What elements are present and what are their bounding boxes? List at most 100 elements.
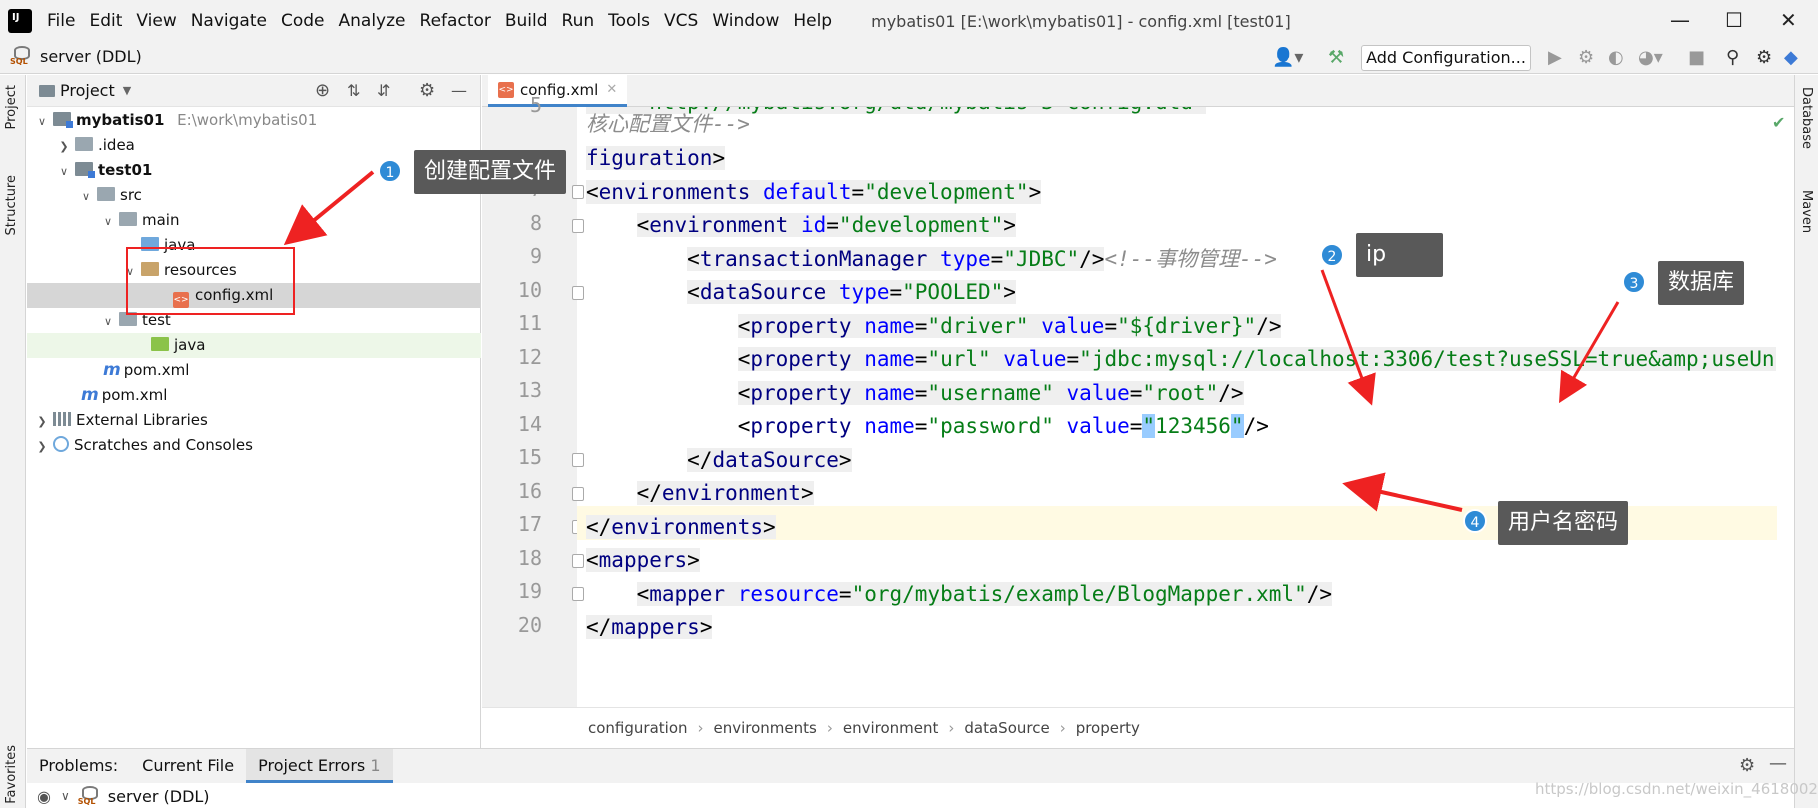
hide-icon[interactable]: — bbox=[451, 81, 467, 100]
code-line: </dataSource> bbox=[687, 448, 852, 472]
breadcrumb-item[interactable]: dataSource bbox=[964, 719, 1049, 737]
chevron-down-icon[interactable]: ∨ bbox=[79, 184, 93, 209]
problems-label: Problems: bbox=[39, 756, 119, 775]
tree-item-test01[interactable]: ∨ test01 bbox=[27, 158, 481, 183]
left-tool-strip: Project Structure Favorites bbox=[0, 75, 26, 808]
coverage-icon[interactable]: ◐ bbox=[1608, 47, 1624, 68]
menu-tools[interactable]: Tools bbox=[608, 11, 650, 31]
tab-current-file[interactable]: Current File bbox=[130, 749, 246, 783]
chevron-right-icon[interactable]: ❯ bbox=[35, 434, 49, 459]
chevron-down-icon[interactable]: ∨ bbox=[35, 109, 49, 134]
minimize-icon[interactable]: — bbox=[1670, 8, 1690, 32]
annotation-badge-3: 3 bbox=[1622, 270, 1646, 294]
tab-project-errors[interactable]: Project Errors 1 bbox=[246, 749, 393, 783]
menu-analyze[interactable]: Analyze bbox=[339, 11, 406, 31]
code-area[interactable]: "http://mybatis.org/dtd/mybatis-3-config… bbox=[586, 107, 1776, 707]
line-number: 18 bbox=[517, 546, 542, 570]
fold-marker-icon[interactable] bbox=[572, 587, 584, 601]
chevron-right-icon[interactable]: ❯ bbox=[35, 409, 49, 434]
debug-icon[interactable]: ⚙ bbox=[1578, 47, 1594, 68]
tree-item-test-java[interactable]: java bbox=[27, 333, 481, 358]
collapse-all-icon[interactable]: ⇵ bbox=[377, 81, 390, 100]
line-number: 16 bbox=[517, 479, 542, 503]
menu-view[interactable]: View bbox=[136, 11, 176, 31]
close-icon[interactable]: ✕ bbox=[1780, 8, 1797, 32]
run-icon[interactable]: ▶ bbox=[1548, 47, 1562, 68]
stop-icon[interactable]: ■ bbox=[1688, 47, 1705, 68]
close-tab-icon[interactable]: ✕ bbox=[606, 82, 617, 97]
tree-item-external-libraries[interactable]: ❯ External Libraries bbox=[27, 408, 481, 433]
menu-navigate[interactable]: Navigate bbox=[191, 11, 267, 31]
chevron-down-icon[interactable]: ∨ bbox=[101, 209, 115, 234]
fold-marker-icon[interactable] bbox=[572, 185, 584, 199]
expand-all-icon[interactable]: ⇅ bbox=[347, 81, 360, 100]
nav-datasource[interactable]: SQL server (DDL) bbox=[10, 46, 142, 66]
add-configuration-button[interactable]: Add Configuration... bbox=[1361, 45, 1531, 71]
settings-icon[interactable]: ⚙ bbox=[1756, 47, 1772, 68]
menu-file[interactable]: File bbox=[47, 11, 75, 31]
annotation-callout-3: 数据库 bbox=[1658, 261, 1745, 305]
tree-item-src[interactable]: ∨ src bbox=[27, 183, 481, 208]
menu-vcs[interactable]: VCS bbox=[664, 11, 698, 31]
tree-item-main[interactable]: ∨ main bbox=[27, 208, 481, 233]
tab-maven-tool[interactable]: Maven bbox=[1799, 190, 1814, 233]
tree-item-label: Scratches and Consoles bbox=[74, 436, 253, 454]
chevron-down-icon[interactable]: ▼ bbox=[123, 84, 131, 97]
locate-icon[interactable]: ⊕ bbox=[315, 80, 330, 101]
search-icon[interactable]: ⚲ bbox=[1726, 47, 1739, 68]
tree-item-root-pom[interactable]: m pom.xml bbox=[27, 383, 481, 408]
line-number: 8 bbox=[529, 211, 542, 235]
annotation-badge-2: 2 bbox=[1320, 243, 1344, 267]
fold-marker-icon[interactable] bbox=[572, 487, 584, 501]
gear-icon[interactable]: ⚙ bbox=[1739, 755, 1755, 776]
fold-marker-icon[interactable] bbox=[572, 453, 584, 467]
tree-item-scratches[interactable]: ❯ Scratches and Consoles bbox=[27, 433, 481, 458]
fold-marker-icon[interactable] bbox=[572, 554, 584, 568]
fold-marker-icon[interactable] bbox=[572, 286, 584, 300]
menu-build[interactable]: Build bbox=[505, 11, 548, 31]
code-line: 核心配置文件--> bbox=[586, 112, 750, 136]
breadcrumb-item[interactable]: property bbox=[1076, 719, 1140, 737]
menu-refactor[interactable]: Refactor bbox=[420, 11, 491, 31]
code-line: <property name="url" value="jdbc:mysql:/… bbox=[586, 342, 1776, 376]
menu-help[interactable]: Help bbox=[793, 11, 832, 31]
breadcrumb-item[interactable]: configuration bbox=[588, 719, 688, 737]
tab-database-tool[interactable]: Database bbox=[1799, 87, 1814, 149]
tree-item-label: main bbox=[142, 211, 180, 229]
eye-icon[interactable]: ◉ bbox=[37, 787, 51, 806]
fold-marker-icon[interactable] bbox=[572, 219, 584, 233]
chevron-down-icon[interactable]: ∨ bbox=[57, 159, 71, 184]
test-folder-icon bbox=[151, 337, 169, 351]
tree-item-mybatis01[interactable]: ∨ mybatis01 E:\work\mybatis01 bbox=[27, 108, 481, 133]
tree-item-label: java bbox=[174, 336, 206, 354]
tab-structure-tool[interactable]: Structure bbox=[4, 175, 19, 235]
menu-code[interactable]: Code bbox=[281, 11, 325, 31]
maximize-icon[interactable]: ☐ bbox=[1725, 8, 1743, 32]
tab-favorites-tool[interactable]: Favorites bbox=[4, 745, 19, 804]
tree-item-test01-pom[interactable]: m pom.xml bbox=[27, 358, 481, 383]
build-hammer-icon[interactable]: ⚒ bbox=[1328, 47, 1344, 68]
tree-item-idea[interactable]: ❯ .idea bbox=[27, 133, 481, 158]
breadcrumb-item[interactable]: environments bbox=[714, 719, 817, 737]
problems-row[interactable]: ◉ ∨ SQL server (DDL) bbox=[27, 783, 1794, 808]
chevron-right-icon: › bbox=[948, 719, 955, 737]
chevron-down-icon[interactable]: ∨ bbox=[61, 789, 70, 803]
hide-icon[interactable]: — bbox=[1769, 753, 1787, 774]
menu-edit[interactable]: Edit bbox=[89, 11, 122, 31]
chevron-right-icon[interactable]: ❯ bbox=[57, 134, 71, 159]
menu-run[interactable]: Run bbox=[562, 11, 595, 31]
code-line: </environments> bbox=[586, 515, 776, 539]
tab-project-tool[interactable]: Project bbox=[4, 85, 19, 129]
user-icon[interactable]: 👤▾ bbox=[1272, 47, 1303, 68]
breadcrumb-item[interactable]: environment bbox=[843, 719, 939, 737]
project-panel-title[interactable]: Project bbox=[60, 81, 115, 100]
menu-bar: IJ File Edit View Navigate Code Analyze … bbox=[0, 0, 1818, 42]
plugin-icon[interactable]: ◆ bbox=[1784, 47, 1798, 68]
gear-icon[interactable]: ⚙ bbox=[419, 80, 435, 101]
line-number: 9 bbox=[529, 244, 542, 268]
chevron-down-icon[interactable]: ∨ bbox=[101, 309, 115, 334]
annotation-callout-2: ip bbox=[1356, 233, 1443, 277]
profile-icon[interactable]: ◕▾ bbox=[1638, 47, 1663, 68]
menu-window[interactable]: Window bbox=[712, 11, 779, 31]
tree-item-path: E:\work\mybatis01 bbox=[177, 111, 318, 129]
